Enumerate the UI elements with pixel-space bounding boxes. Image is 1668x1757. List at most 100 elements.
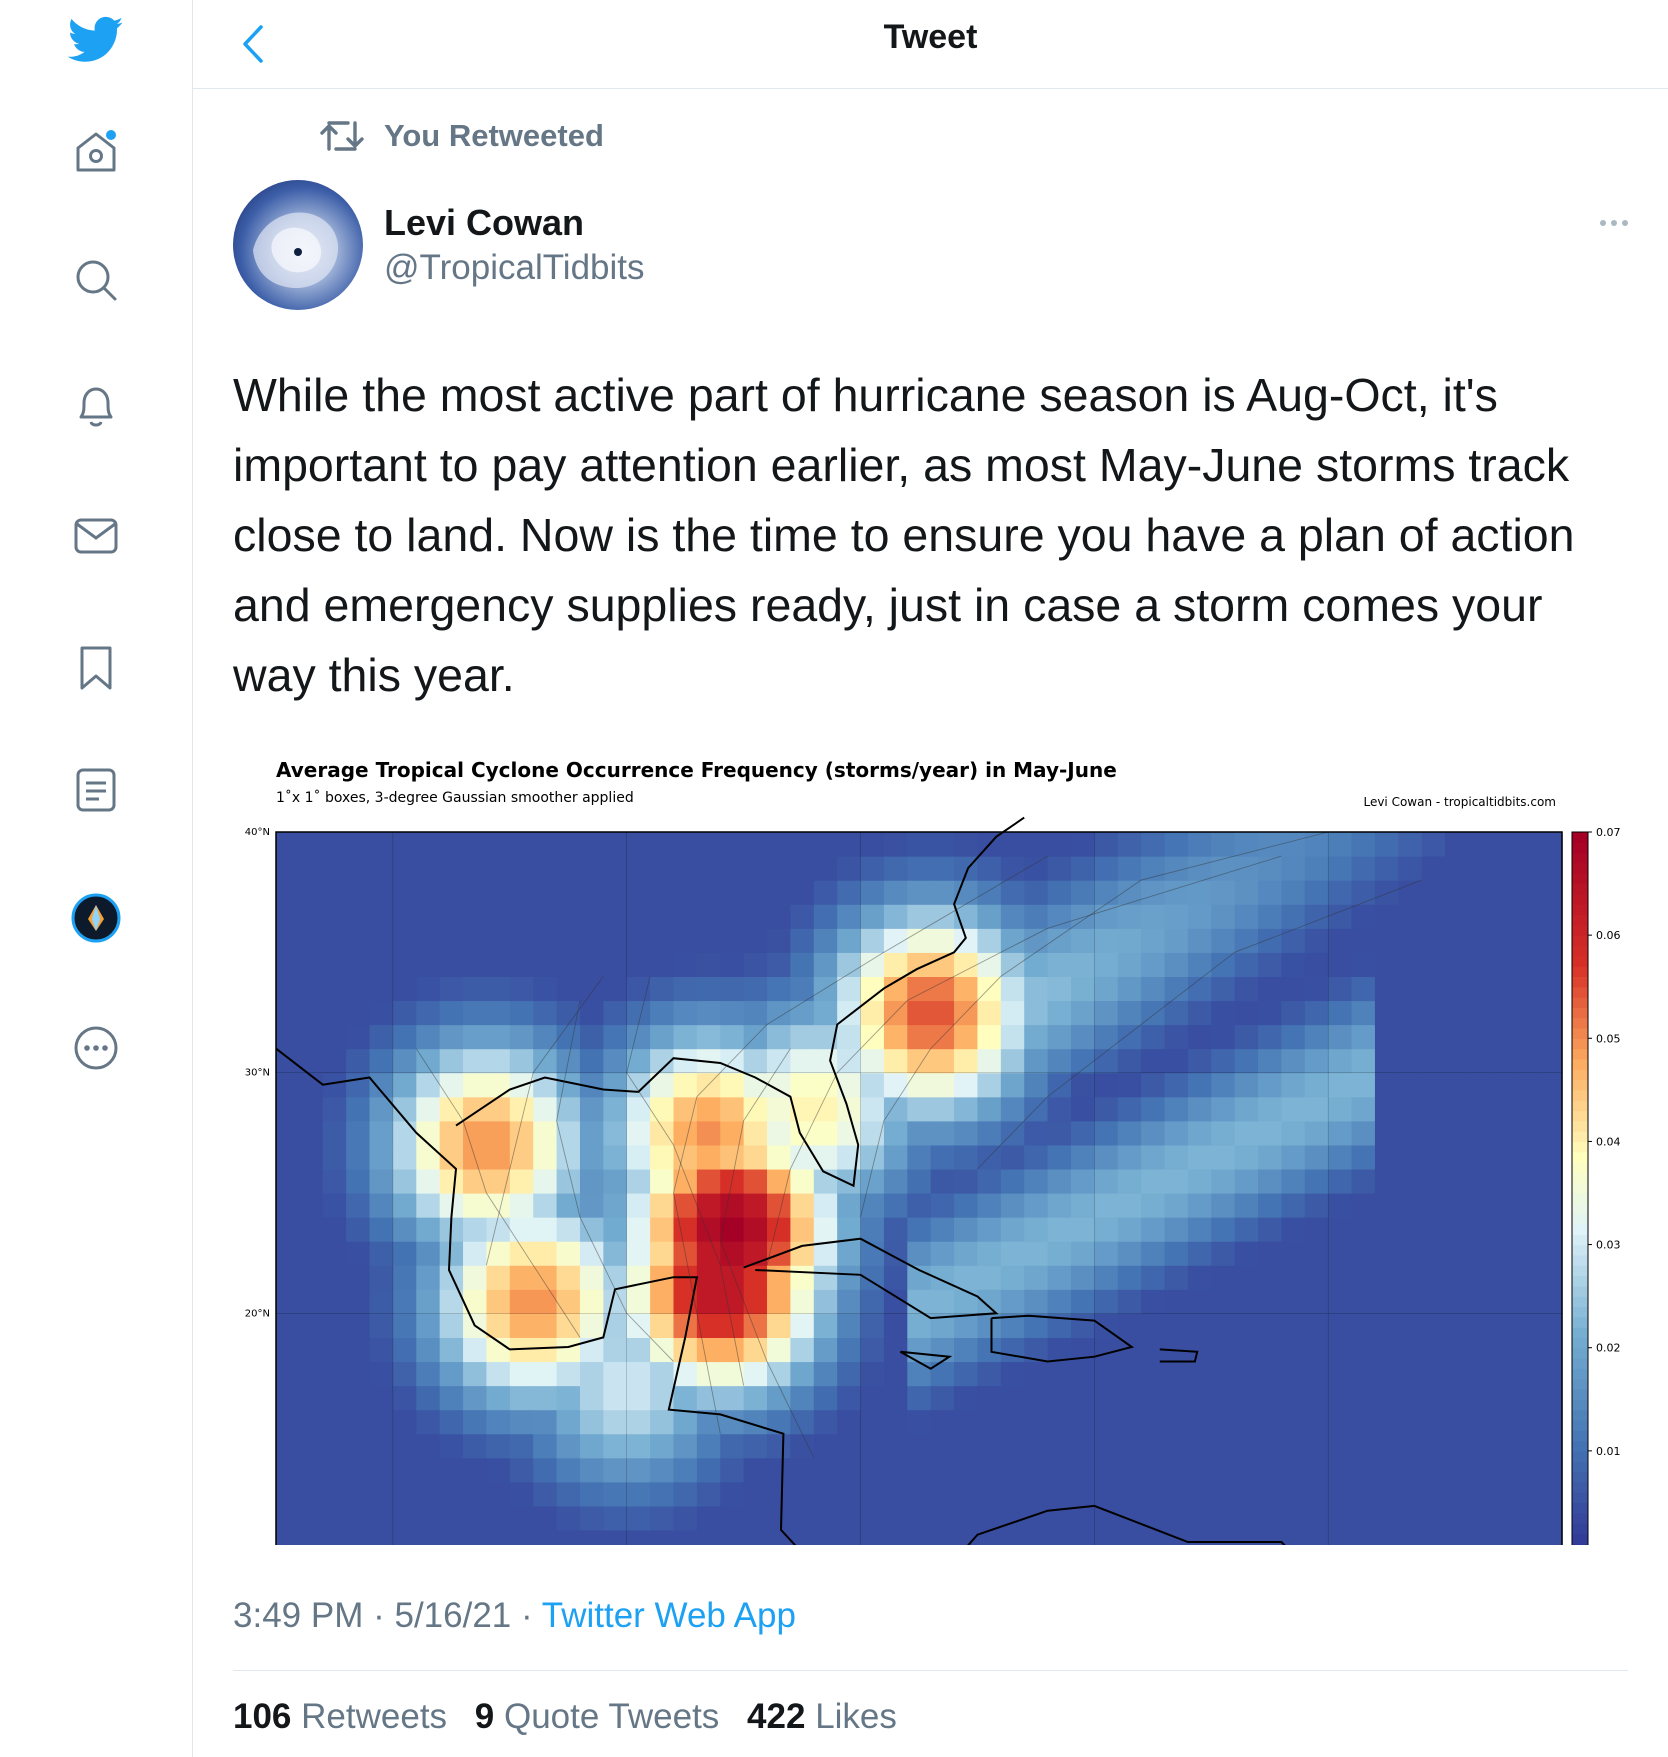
heatmap-cell	[767, 1505, 791, 1531]
colorbar-segment	[1572, 1100, 1588, 1112]
heatmap-cell	[720, 1144, 745, 1170]
heatmap-cell	[346, 1168, 371, 1194]
heatmap-cell	[1000, 1217, 1025, 1242]
heatmap-cell	[1468, 1048, 1493, 1074]
heatmap-cell	[1328, 1120, 1353, 1146]
tweet-time[interactable]: 3:49 PM	[233, 1596, 363, 1635]
heatmap-cell	[650, 1409, 675, 1435]
heatmap-cell	[1328, 1144, 1353, 1170]
heatmap-cell	[860, 1433, 885, 1459]
author-name[interactable]: Levi Cowan	[384, 202, 584, 244]
heatmap-cell	[1258, 1481, 1283, 1507]
heatmap-cell	[1468, 1144, 1493, 1170]
heatmap-cell	[392, 1072, 417, 1098]
heatmap-cell	[790, 1217, 815, 1242]
heatmap-cell	[416, 1024, 441, 1050]
author-handle[interactable]: @TropicalTidbits	[384, 248, 645, 288]
heatmap-cell	[767, 1144, 791, 1170]
heatmap-cell	[416, 1265, 441, 1290]
heatmap-cell	[626, 832, 651, 857]
retweets-stat[interactable]: 106 Retweets	[233, 1697, 447, 1736]
heatmap-cell	[1187, 1241, 1212, 1266]
likes-stat[interactable]: 422 Likes	[747, 1697, 897, 1736]
heatmap-cell	[276, 1385, 300, 1411]
bookmarks-icon[interactable]	[64, 636, 128, 700]
heatmap-cell	[322, 1289, 347, 1314]
heatmap-cell	[1445, 1481, 1470, 1507]
heatmap-cell	[1070, 1096, 1095, 1122]
colorbar-segment	[1572, 1244, 1588, 1256]
heatmap-cell	[1421, 1000, 1446, 1026]
heatmap-cell	[463, 1409, 488, 1435]
heatmap-cell	[1164, 904, 1189, 929]
heatmap-cell	[696, 1217, 721, 1242]
heatmap-cell	[1374, 952, 1399, 977]
heatmap-cell	[1187, 1000, 1212, 1026]
heatmap-cell	[509, 1313, 534, 1338]
heatmap-cell	[860, 1193, 885, 1218]
tweet-date[interactable]: 5/16/21	[394, 1596, 511, 1635]
heatmap-cell	[1398, 1217, 1423, 1242]
heatmap-cell	[1421, 1048, 1446, 1074]
more-options-icon[interactable]	[1588, 208, 1640, 238]
heatmap-cell	[369, 1385, 394, 1411]
heatmap-cell	[603, 1120, 628, 1146]
heatmap-cell	[650, 1481, 675, 1507]
twitter-logo-icon[interactable]	[64, 8, 128, 72]
heatmap-cell	[837, 1457, 862, 1483]
heatmap-cell	[603, 880, 628, 905]
lists-icon[interactable]	[64, 758, 128, 822]
heatmap-cell	[1094, 1337, 1119, 1363]
heatmap-cell	[696, 1433, 721, 1459]
heatmap-cell	[1047, 1217, 1072, 1242]
heatmap-cell	[509, 1217, 534, 1242]
tweet-image-chart[interactable]: Average Tropical Cyclone Occurrence Freq…	[228, 745, 1648, 1589]
heatmap-cell	[579, 1289, 604, 1314]
heatmap-cell	[1281, 1457, 1306, 1483]
heatmap-cell	[743, 1217, 768, 1242]
home-icon[interactable]	[64, 120, 128, 184]
tweet-source-link[interactable]: Twitter Web App	[542, 1596, 796, 1635]
heatmap-cell	[1281, 1000, 1306, 1026]
heatmap-cell	[439, 1457, 464, 1483]
heatmap-cell	[1258, 1265, 1283, 1290]
author-avatar[interactable]	[233, 180, 363, 310]
heatmap-cell	[813, 1289, 838, 1314]
colorbar-segment	[1572, 1048, 1588, 1060]
heatmap-cell	[509, 856, 534, 881]
heatmap-cell	[767, 928, 791, 953]
heatmap-cell	[1117, 1241, 1142, 1266]
messages-icon[interactable]	[64, 504, 128, 568]
heatmap-cell	[1047, 1457, 1072, 1483]
heatmap-cell	[299, 1024, 324, 1050]
quote-tweets-stat[interactable]: 9 Quote Tweets	[475, 1697, 720, 1736]
heatmap-cell	[346, 1193, 371, 1218]
heatmap-cell	[1421, 1505, 1446, 1531]
heatmap-cell	[837, 1265, 862, 1290]
heatmap-cell	[883, 1024, 908, 1050]
notifications-icon[interactable]	[64, 374, 128, 438]
heatmap-cell	[1374, 976, 1399, 1002]
heatmap-cell	[346, 1265, 371, 1290]
search-icon[interactable]	[64, 248, 128, 312]
heatmap-cell	[1328, 1529, 1353, 1555]
heatmap-cell	[673, 1000, 698, 1026]
heatmap-cell	[1164, 832, 1189, 857]
heatmap-cell	[322, 1193, 347, 1218]
more-icon[interactable]	[64, 1016, 128, 1080]
heatmap-cell	[509, 1361, 534, 1387]
heatmap-cell	[1398, 1000, 1423, 1026]
heatmap-cell	[650, 928, 675, 953]
heatmap-cell	[509, 1409, 534, 1435]
heatmap-cell	[486, 1000, 511, 1026]
heatmap-cell	[276, 1096, 300, 1122]
heatmap-cell	[767, 856, 791, 881]
heatmap-cell	[1234, 1217, 1259, 1242]
heatmap-cell	[276, 832, 300, 857]
heatmap-cell	[720, 880, 745, 905]
heatmap-cell	[1445, 1529, 1470, 1555]
heatmap-cell	[1445, 1265, 1470, 1290]
heatmap-cell	[579, 1024, 604, 1050]
heatmap-cell	[1398, 1361, 1423, 1387]
profile-avatar[interactable]	[64, 886, 128, 950]
